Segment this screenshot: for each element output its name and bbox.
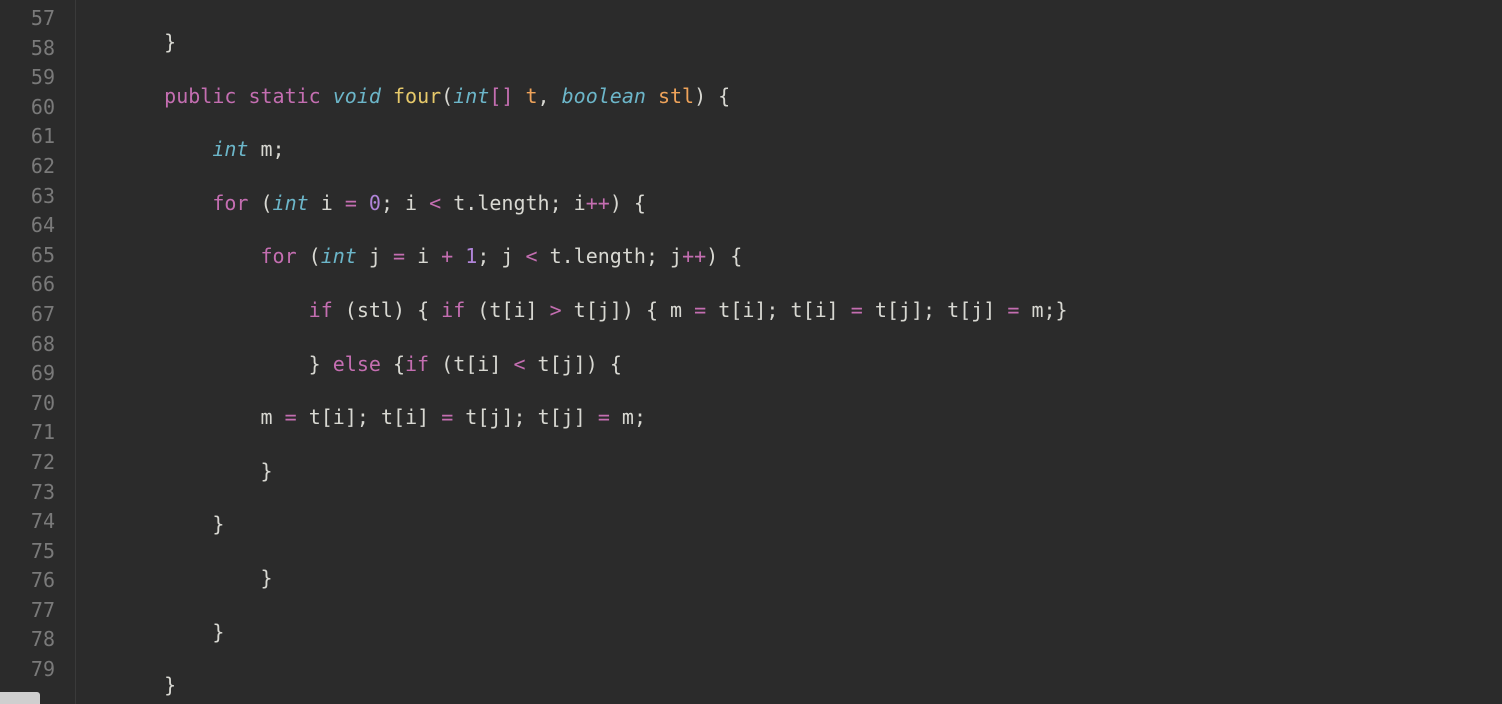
line-number: 61	[0, 122, 55, 152]
line-number: 62	[0, 152, 55, 182]
code-line[interactable]: public static void four(int[] t, boolean…	[116, 82, 1502, 112]
code-area[interactable]: } public static void four(int[] t, boole…	[75, 0, 1502, 704]
code-editor[interactable]: 57 58 59 60 61 62 63 64 65 66 67 68 69 7…	[0, 0, 1502, 704]
code-line[interactable]: m = t[i]; t[i] = t[j]; t[j] = m;	[116, 403, 1502, 433]
code-line[interactable]: }	[116, 28, 1502, 58]
line-number: 70	[0, 389, 55, 419]
line-number: 77	[0, 596, 55, 626]
line-number: 74	[0, 507, 55, 537]
bottom-indicator	[0, 692, 40, 704]
line-number: 72	[0, 448, 55, 478]
line-number: 67	[0, 300, 55, 330]
line-number: 58	[0, 34, 55, 64]
line-number: 69	[0, 359, 55, 389]
line-number: 65	[0, 241, 55, 271]
code-line[interactable]: if (stl) { if (t[i] > t[j]) { m = t[i]; …	[116, 296, 1502, 326]
code-line[interactable]: }	[116, 457, 1502, 487]
line-number: 59	[0, 63, 55, 93]
line-number: 64	[0, 211, 55, 241]
code-line[interactable]: for (int i = 0; i < t.length; i++) {	[116, 189, 1502, 219]
line-number-gutter: 57 58 59 60 61 62 63 64 65 66 67 68 69 7…	[0, 0, 75, 704]
line-number: 75	[0, 537, 55, 567]
line-number: 71	[0, 418, 55, 448]
code-line[interactable]: }	[116, 618, 1502, 648]
line-number: 79	[0, 655, 55, 685]
code-line[interactable]: }	[116, 510, 1502, 540]
line-number: 73	[0, 478, 55, 508]
code-line[interactable]: int m;	[116, 135, 1502, 165]
line-number: 60	[0, 93, 55, 123]
line-number: 63	[0, 182, 55, 212]
line-number: 68	[0, 330, 55, 360]
line-number: 78	[0, 625, 55, 655]
code-line[interactable]: }	[116, 564, 1502, 594]
line-number: 57	[0, 4, 55, 34]
code-line[interactable]: for (int j = i + 1; j < t.length; j++) {	[116, 242, 1502, 272]
code-line[interactable]: } else {if (t[i] < t[j]) {	[116, 350, 1502, 380]
line-number: 66	[0, 270, 55, 300]
code-line[interactable]: }	[116, 671, 1502, 701]
line-number: 76	[0, 566, 55, 596]
